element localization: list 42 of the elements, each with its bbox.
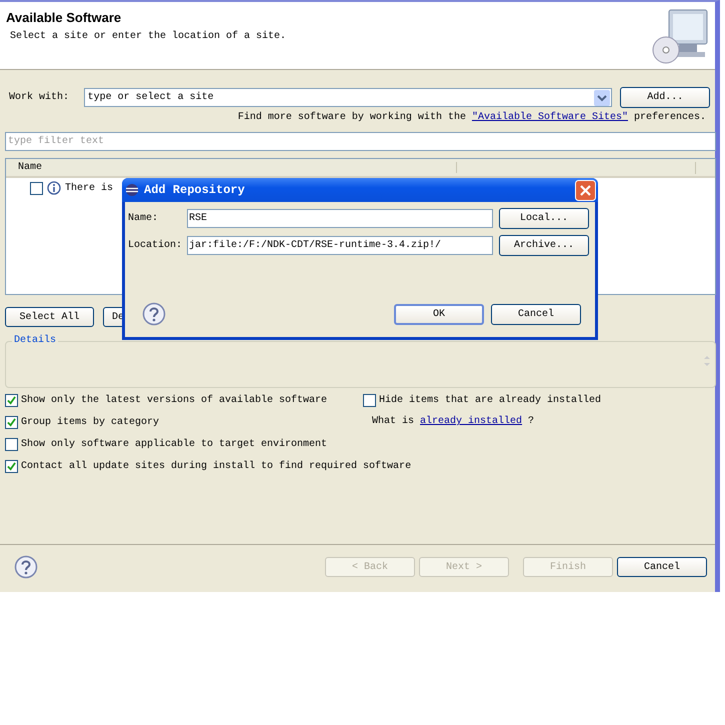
close-icon[interactable] [575, 180, 596, 200]
work-with-label: Work with: [8, 92, 70, 103]
installed-note-text: What is [372, 416, 414, 427]
site-combo-box[interactable]: type or select a site [84, 88, 612, 107]
checkbox[interactable] [30, 182, 43, 194]
page-title: Available Software [6, 10, 122, 25]
cancel-button[interactable]: Cancel [491, 304, 581, 324]
add-button[interactable]: Add... [620, 87, 710, 108]
checkbox[interactable] [5, 460, 18, 473]
input-field[interactable]: RSE [187, 209, 493, 228]
option-label: Hide items that are already installed [379, 395, 602, 406]
select-all-button[interactable]: Select All [5, 307, 94, 327]
browse-button[interactable]: Local... [499, 208, 589, 229]
checkbox[interactable] [5, 416, 18, 429]
field-label: Location: [128, 240, 184, 251]
preferences-text: preferences. [634, 112, 706, 123]
wizard-button[interactable]: Cancel [617, 557, 707, 577]
browse-button[interactable]: Archive... [499, 235, 589, 256]
sphere-icon [125, 183, 139, 197]
filter-field[interactable]: type filter text [5, 132, 716, 151]
page-subtitle: Select a site or enter the location of a site. [10, 31, 286, 42]
option-label: Contact all update sites during install to find required software [21, 461, 412, 472]
already-installed-link[interactable]: already installed [420, 416, 522, 427]
field-label: Name: [128, 213, 160, 224]
scroll-arrows-icon [702, 353, 712, 369]
ok-button[interactable]: OK [394, 304, 484, 324]
help-icon[interactable] [142, 302, 166, 326]
checkbox[interactable] [5, 394, 18, 407]
available-sites-link[interactable]: "Available Software Sites" [472, 112, 628, 123]
input-field[interactable]: jar:file:/F:/NDK-CDT/RSE-runtime-3.4.zip!/ [187, 236, 493, 255]
more-software-text: Find more software by working with the [238, 112, 466, 123]
option-label: Group items by category [21, 417, 160, 428]
question-mark-text: ? [528, 416, 534, 427]
tree-item-text[interactable]: There is [65, 182, 114, 194]
dialog-title: Add Repository [144, 183, 246, 197]
checkbox[interactable] [363, 394, 376, 407]
option-label: Show only software applicable to target environment [21, 439, 328, 450]
option-label: Show only the latest versions of available software [21, 395, 328, 406]
checkbox[interactable] [5, 438, 18, 451]
info-icon [47, 181, 61, 195]
dropdown-icon[interactable] [594, 90, 610, 106]
help-icon[interactable] [14, 555, 38, 579]
